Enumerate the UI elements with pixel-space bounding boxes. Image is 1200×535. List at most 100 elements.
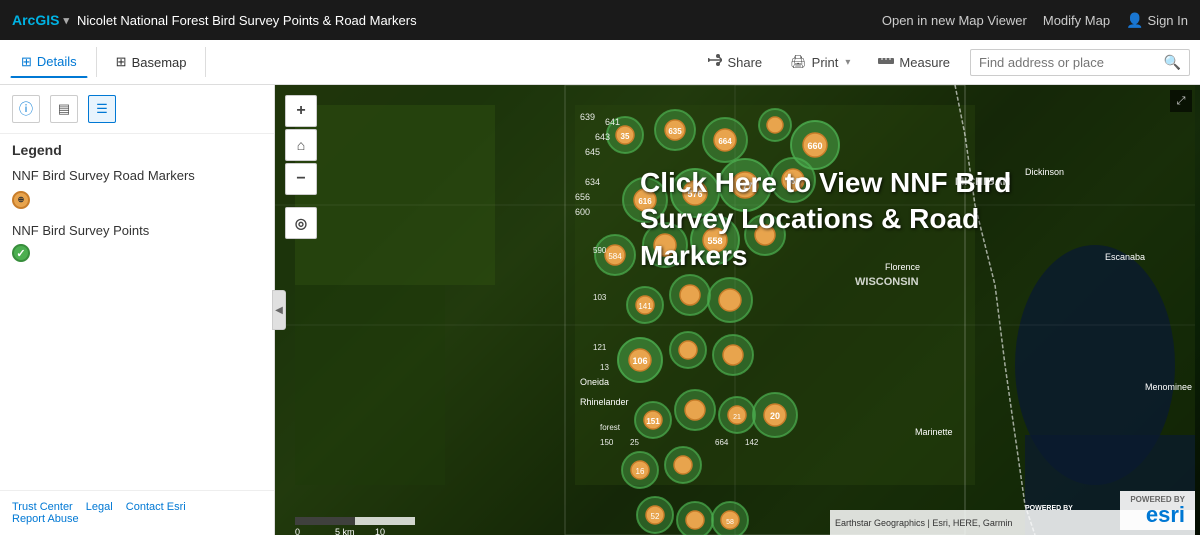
basemap-label: Basemap — [132, 55, 187, 70]
sidebar-content: Legend NNF Bird Survey Road Markers ⊕ NN… — [0, 134, 274, 490]
compass-button[interactable]: ◎ — [285, 207, 317, 239]
survey-point-icon: ✓ — [12, 244, 30, 262]
info-icon-btn[interactable]: ⓘ — [12, 95, 40, 123]
map-overlay-text[interactable]: Click Here to View NNF Bird Survey Locat… — [640, 165, 1020, 274]
svg-text:forest: forest — [600, 423, 621, 432]
svg-text:634: 634 — [585, 177, 600, 187]
svg-text:600: 600 — [575, 207, 590, 217]
measure-button[interactable]: Measure — [870, 49, 958, 76]
svg-text:52: 52 — [651, 512, 660, 521]
svg-text:Escanaba: Escanaba — [1105, 252, 1145, 262]
open-viewer-link[interactable]: Open in new Map Viewer — [882, 13, 1027, 28]
esri-attribution: POWERED BY esri — [1120, 491, 1195, 530]
toolbar: ⊞ Details ⊞ Basemap Share 🖨 Print ▾ — [0, 40, 1200, 85]
svg-text:⤢: ⤢ — [1177, 95, 1186, 107]
zoom-out-icon: − — [296, 170, 305, 188]
svg-text:20: 20 — [770, 411, 780, 421]
sidebar-footer: Trust Center Legal Contact Esri Report A… — [0, 490, 274, 535]
zoom-in-button[interactable]: + — [285, 95, 317, 127]
legal-link[interactable]: Legal — [86, 501, 113, 513]
sidebar-collapse-button[interactable]: ◀ — [272, 290, 286, 330]
modify-map-link[interactable]: Modify Map — [1043, 13, 1110, 28]
arcgis-caret[interactable]: ▾ — [63, 14, 69, 27]
legend-item-survey-points: NNF Bird Survey Points ✓ — [12, 223, 262, 263]
home-button[interactable]: ⌂ — [285, 129, 317, 161]
zoom-out-button[interactable]: − — [285, 163, 317, 195]
sign-in-button[interactable]: 👤 Sign In — [1126, 12, 1188, 29]
svg-text:645: 645 — [585, 147, 600, 157]
search-input[interactable] — [979, 55, 1160, 70]
svg-text:151: 151 — [646, 417, 660, 426]
svg-text:641: 641 — [605, 117, 620, 127]
svg-text:141: 141 — [638, 302, 652, 311]
details-icon: ⊞ — [21, 54, 32, 70]
svg-text:664: 664 — [718, 137, 732, 146]
svg-text:5 km: 5 km — [335, 527, 355, 535]
svg-text:35: 35 — [621, 132, 630, 141]
trust-center-link[interactable]: Trust Center — [12, 501, 73, 513]
layer1-title: NNF Bird Survey Road Markers — [12, 168, 262, 183]
sidebar-icon-bar: ⓘ ▤ ☰ — [0, 85, 274, 134]
svg-text:16: 16 — [636, 467, 645, 476]
map-svg: 35 635 664 660 616 576 777 666 — [275, 85, 1200, 535]
top-header: ArcGIS ▾ Nicolet National Forest Bird Su… — [0, 0, 1200, 40]
svg-text:664: 664 — [715, 438, 729, 447]
contact-esri-link[interactable]: Contact Esri — [126, 501, 186, 513]
legend-title: Legend — [12, 142, 262, 158]
main-content: ⓘ ▤ ☰ Legend NNF Bird Survey Road Marker… — [0, 85, 1200, 535]
svg-text:WISCONSIN: WISCONSIN — [855, 276, 919, 288]
svg-text:635: 635 — [668, 127, 682, 136]
svg-text:142: 142 — [745, 438, 759, 447]
svg-text:590: 590 — [593, 246, 607, 255]
details-tab[interactable]: ⊞ Details — [10, 47, 88, 78]
table-icon-btn[interactable]: ▤ — [50, 95, 78, 123]
road-marker-symbol: ⊕ — [18, 195, 25, 204]
report-abuse-link[interactable]: Report Abuse — [12, 513, 79, 525]
header-left: ArcGIS ▾ Nicolet National Forest Bird Su… — [12, 12, 417, 28]
svg-text:POWERED BY: POWERED BY — [1025, 505, 1073, 512]
svg-text:0: 0 — [295, 527, 300, 535]
road-marker-icon: ⊕ — [12, 191, 30, 209]
print-icon: 🖨 — [790, 54, 807, 70]
svg-text:Oneida: Oneida — [580, 377, 609, 387]
share-icon — [708, 54, 722, 71]
svg-text:25: 25 — [630, 438, 639, 447]
basemap-icon: ⊞ — [116, 54, 127, 70]
svg-text:656: 656 — [575, 192, 590, 202]
esri-logo: esri — [1146, 504, 1185, 526]
print-label: Print — [812, 55, 839, 70]
basemap-tab[interactable]: ⊞ Basemap — [105, 47, 198, 77]
sidebar: ⓘ ▤ ☰ Legend NNF Bird Survey Road Marker… — [0, 85, 275, 535]
svg-text:21: 21 — [733, 414, 741, 421]
legend-item-road-markers: NNF Bird Survey Road Markers ⊕ — [12, 168, 262, 209]
search-icon: 🔍 — [1164, 54, 1181, 71]
measure-label: Measure — [899, 55, 950, 70]
svg-text:10: 10 — [375, 527, 385, 535]
zoom-in-icon: + — [296, 102, 305, 120]
svg-text:660: 660 — [807, 141, 822, 151]
share-button[interactable]: Share — [700, 49, 770, 76]
details-label: Details — [37, 54, 77, 69]
svg-text:Marinette: Marinette — [915, 427, 953, 437]
layer2-title: NNF Bird Survey Points — [12, 223, 262, 238]
toolbar-divider2 — [205, 47, 206, 77]
svg-text:13: 13 — [600, 363, 609, 372]
arcgis-brand: ArcGIS — [12, 12, 59, 28]
svg-text:103: 103 — [593, 293, 607, 302]
map-container[interactable]: 35 635 664 660 616 576 777 666 — [275, 85, 1200, 535]
print-button[interactable]: 🖨 Print ▾ — [782, 49, 858, 75]
measure-icon — [878, 54, 894, 71]
arcgis-logo[interactable]: ArcGIS ▾ — [12, 12, 69, 28]
svg-text:Earthstar Geographics | Esri,: Earthstar Geographics | Esri, HERE, Garm… — [835, 518, 1012, 528]
svg-text:58: 58 — [726, 519, 734, 526]
compass-icon: ◎ — [295, 215, 307, 232]
search-box[interactable]: 🔍 — [970, 49, 1190, 76]
share-label: Share — [727, 55, 762, 70]
info-icon: ⓘ — [19, 99, 33, 119]
svg-text:643: 643 — [595, 132, 610, 142]
print-caret: ▾ — [845, 57, 850, 68]
list-icon-btn[interactable]: ☰ — [88, 95, 116, 123]
toolbar-divider — [96, 47, 97, 77]
svg-text:Rhinelander: Rhinelander — [580, 397, 629, 407]
header-right: Open in new Map Viewer Modify Map 👤 Sign… — [882, 12, 1188, 29]
